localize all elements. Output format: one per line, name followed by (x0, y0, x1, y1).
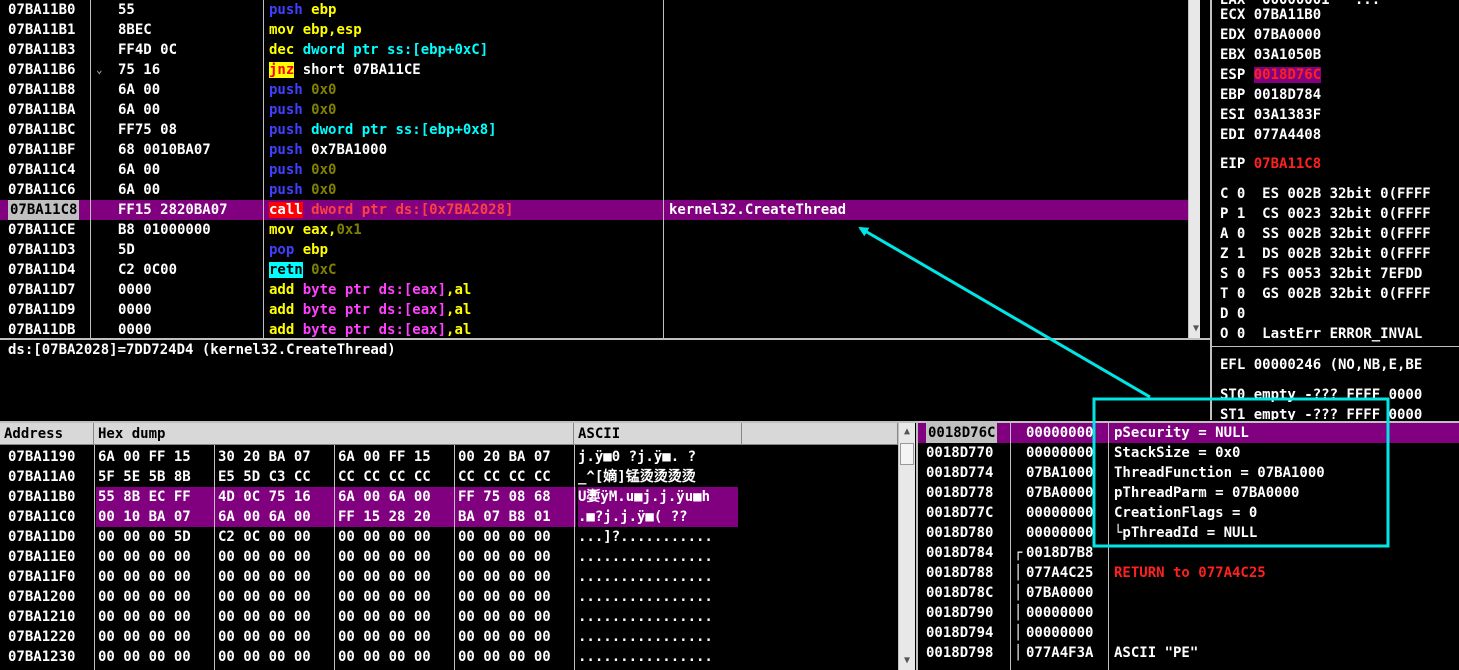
annotation-box (1092, 397, 1390, 548)
annotation-arrow (858, 226, 1151, 399)
annotation-overlay (858, 226, 1390, 548)
